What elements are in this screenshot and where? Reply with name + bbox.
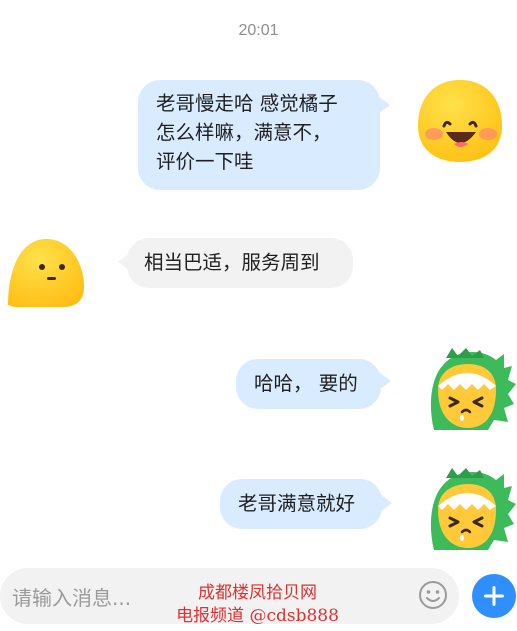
message-text-line: 哈哈， 要的 [254,372,358,395]
message-text-line: 老哥慢走哈 感觉橘子 [156,92,338,115]
watermark-line: 电报频道 @cdsb888 [176,606,339,626]
message-text-line: 怎么样嘛，满意不， [156,121,332,144]
emoji-icon[interactable] [418,580,448,610]
outgoing-message-bubble[interactable]: 老哥满意就好 [220,479,382,529]
message-timestamp: 20:01 [238,22,279,39]
dinosaur-costume-avatar-icon[interactable] [424,346,516,436]
incoming-message-bubble[interactable]: 相当巴适，服务周到 [127,238,353,288]
bubble-tail [378,96,390,114]
watermark-text: 成都楼凤拾贝网 电报频道 @cdsb888 [150,582,365,628]
laughing-yellow-blob-icon[interactable] [412,78,506,168]
message-text-line: 评价一下哇 [156,150,254,173]
plus-icon [484,586,504,606]
yellow-blob-avatar-icon[interactable] [6,237,86,313]
add-button[interactable] [472,574,516,618]
message-input-placeholder: 请输入消息... [12,586,132,610]
dinosaur-costume-avatar-icon[interactable] [424,466,516,556]
bubble-tail [380,494,392,512]
outgoing-message-bubble[interactable]: 哈哈， 要的 [236,359,381,409]
message-text-line: 相当巴适，服务周到 [144,251,320,274]
bubble-tail [379,372,391,390]
watermark-line: 成都楼凤拾贝网 [198,583,317,603]
message-text-line: 老哥满意就好 [238,492,356,515]
outgoing-message-bubble[interactable]: 老哥慢走哈 感觉橘子 怎么样嘛，满意不， 评价一下哇 [138,80,380,190]
